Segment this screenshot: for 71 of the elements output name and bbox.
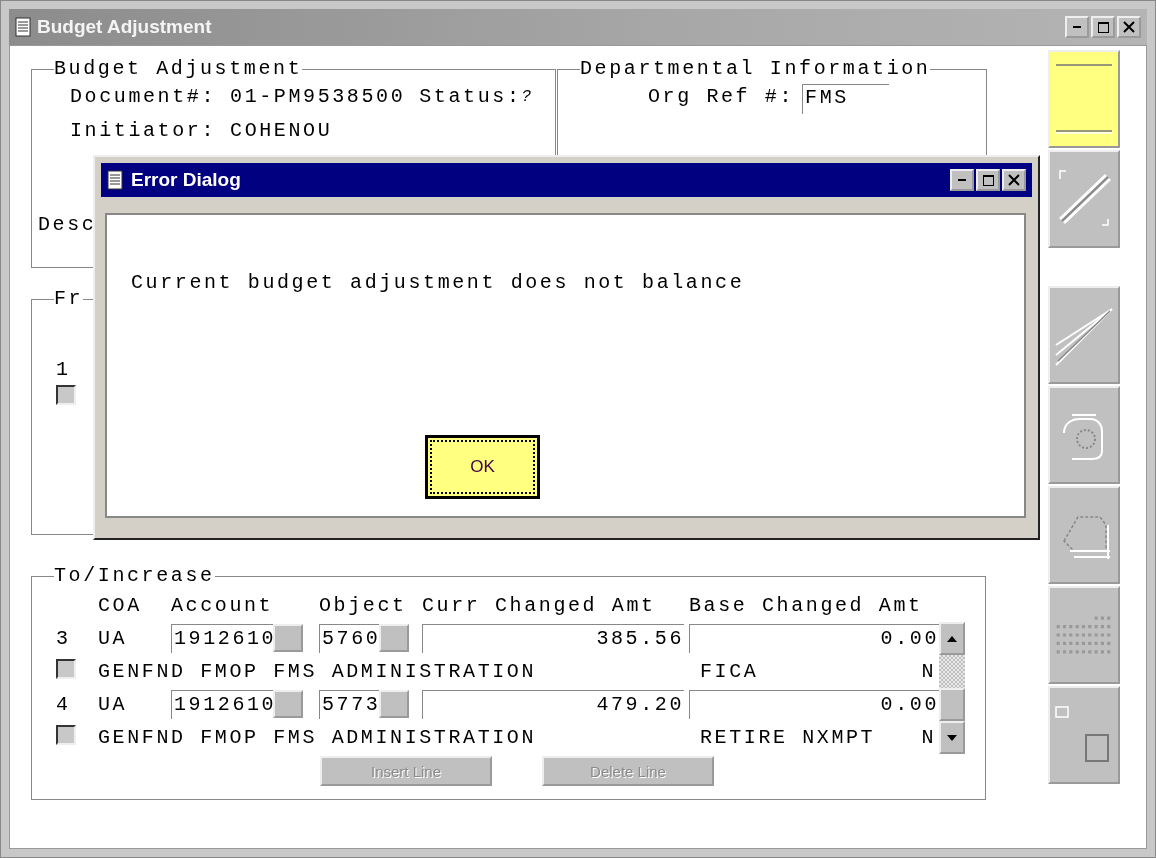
minimize-button[interactable]: [950, 169, 974, 191]
scroll-up-button[interactable]: [939, 622, 965, 655]
amount-field[interactable]: 385.56: [422, 624, 684, 653]
error-message: Current budget adjustment does not balance: [130, 270, 746, 294]
lookup-button[interactable]: [273, 690, 303, 718]
field-label: Document#:: [70, 84, 217, 110]
amount-field[interactable]: 479.20: [422, 690, 684, 719]
lookup-button[interactable]: [273, 624, 303, 652]
toolbar-button[interactable]: [1048, 286, 1120, 384]
line-number: 1: [56, 358, 72, 381]
lookup-button[interactable]: [379, 624, 409, 652]
window-title: Budget Adjustment: [37, 16, 213, 38]
column-header: Object: [319, 594, 408, 617]
account-description: GENFND FMOP FMS ADMINISTRATION: [98, 660, 538, 683]
group-title: Fr: [54, 288, 84, 310]
column-header: Base Changed Amt: [689, 594, 924, 617]
minimize-icon: [958, 179, 966, 181]
coa-cell-text: UA: [98, 693, 129, 716]
column-header: Account: [171, 594, 275, 617]
lookup-button[interactable]: [379, 690, 409, 718]
initiator-value: COHENOU: [230, 118, 333, 144]
account-description: GENFND FMOP FMS ADMINISTRATION: [98, 726, 538, 749]
status-value: ?: [521, 87, 534, 108]
flag-cell: N: [921, 660, 936, 683]
up-arrow-icon: [947, 635, 957, 642]
dialog-title: Error Dialog: [131, 169, 242, 191]
group-title: To/Increase: [54, 565, 215, 587]
maximize-icon: [982, 174, 994, 186]
field-label: Desc: [38, 212, 97, 238]
checkbox[interactable]: [56, 724, 76, 745]
document-number: 01-PM9538500: [230, 84, 406, 110]
field-label: Initiator:: [70, 118, 217, 144]
close-button[interactable]: [1117, 16, 1141, 38]
amount-field[interactable]: 0.00: [689, 624, 939, 653]
document-icon: [15, 17, 31, 37]
checkbox[interactable]: [56, 658, 76, 679]
group-title: Budget Adjustment: [54, 58, 303, 80]
checkbox[interactable]: [56, 385, 76, 405]
toolbar-button[interactable]: [1048, 686, 1120, 784]
scroll-down-button[interactable]: [939, 721, 965, 754]
flag-cell: N: [921, 726, 936, 749]
maximize-icon: [1097, 21, 1109, 33]
line-number: 3: [56, 627, 72, 650]
org-ref-field[interactable]: FMS: [802, 84, 889, 114]
toolbar-button[interactable]: [1048, 486, 1120, 584]
category-cell: RETIRE NXMPT: [700, 726, 876, 749]
scrollbar[interactable]: [939, 622, 965, 754]
field-label: Status:: [419, 84, 522, 110]
close-icon: [1123, 21, 1135, 33]
category-cell: FICA: [700, 660, 759, 683]
close-icon: [1008, 174, 1020, 186]
amount-field[interactable]: 0.00: [689, 690, 939, 719]
scroll-thumb[interactable]: [939, 688, 965, 721]
toolbar-button[interactable]: [1048, 150, 1120, 248]
close-button[interactable]: [1002, 169, 1026, 191]
toolbar-button[interactable]: [1048, 586, 1120, 684]
field-label: Org Ref #:: [648, 84, 795, 110]
maximize-button[interactable]: [976, 169, 1000, 191]
column-header: Curr Changed Amt: [422, 594, 657, 617]
ok-button[interactable]: OK: [425, 435, 540, 499]
document-icon: [107, 170, 123, 190]
column-header: COA: [98, 594, 143, 617]
minimize-icon: [1073, 26, 1081, 28]
toolbar-button[interactable]: [1048, 50, 1120, 148]
minimize-button[interactable]: [1065, 16, 1089, 38]
group-title: Departmental Information: [580, 58, 931, 80]
maximize-button[interactable]: [1091, 16, 1115, 38]
toolbar-button[interactable]: [1048, 386, 1120, 484]
coa-cell-text: UA: [98, 627, 129, 650]
down-arrow-icon: [947, 734, 957, 741]
line-number: 4: [56, 693, 72, 716]
